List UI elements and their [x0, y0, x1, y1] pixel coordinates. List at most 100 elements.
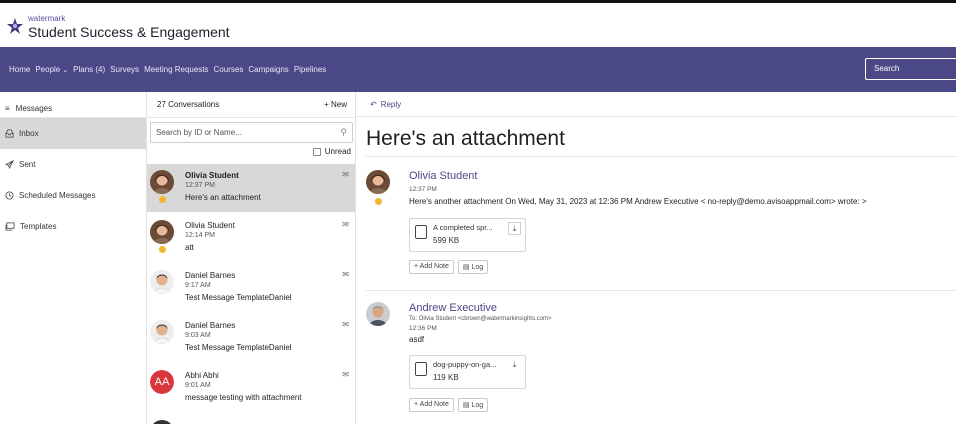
sidebar-item-scheduled-messages[interactable]: Scheduled Messages [0, 180, 146, 211]
avatar [366, 170, 390, 194]
app-title[interactable]: Student Success & Engagement [28, 24, 230, 40]
conversation-name: Daniel Barnes [185, 271, 236, 280]
avatar: AA [150, 370, 174, 394]
list-item[interactable]: Olivia Student 12:14 PM att ✉ [147, 214, 355, 262]
file-icon [415, 225, 427, 239]
conversation-search-input[interactable]: Search by ID or Name... ⚲ [150, 122, 353, 143]
messages-menu-toggle[interactable]: ≡ Messages [0, 92, 146, 118]
nav-plans-label: Plans (4) [73, 65, 106, 74]
message-sender[interactable]: Olivia Student [409, 170, 477, 182]
reply-button[interactable]: ↶ Reply [370, 100, 401, 109]
nav-courses[interactable]: Courses [214, 65, 244, 74]
conversation-name: Olivia Student [185, 221, 235, 230]
message-sender[interactable]: Andrew Executive [409, 302, 497, 314]
conversation-time: 9:01 AM [185, 382, 211, 389]
list-item[interactable]: Olivia Student 12:37 PM Here's an attach… [147, 164, 355, 212]
log-label: Log [471, 402, 484, 409]
sidebar-item-label: Templates [20, 222, 57, 231]
nav-people[interactable]: People ⌄ [35, 65, 68, 74]
file-icon [415, 362, 427, 376]
avatar [150, 220, 174, 244]
messages-sidebar: ≡ Messages Inbox Sent Scheduled Messages… [0, 92, 147, 424]
calendar-icon: ▤ [462, 264, 470, 271]
conversation-time: 9:17 AM [185, 282, 211, 289]
envelope-icon: ✉ [342, 270, 349, 279]
brand-name: watermark [28, 14, 66, 23]
reply-label: Reply [380, 100, 402, 109]
template-icon [5, 222, 15, 231]
checkbox-icon [312, 147, 321, 156]
list-item[interactable]: Daniel Barnes 9:03 AM Test Message Templ… [147, 314, 355, 362]
envelope-icon: ✉ [342, 220, 349, 229]
attachment-card[interactable]: A completed spr... 599 KB ⤓ [409, 218, 526, 252]
message: Andrew Executive To: Olivia Student <cbr… [366, 302, 956, 422]
message-subject: Here's an attachment [366, 127, 565, 150]
unread-label: Unread [324, 147, 351, 156]
nav-campaigns-label: Campaigns [248, 65, 289, 74]
avatar [150, 320, 174, 344]
nav-meeting-requests[interactable]: Meeting Requests [144, 65, 208, 74]
status-dot [159, 196, 166, 203]
nav-pipelines[interactable]: Pipelines [294, 65, 326, 74]
conversation-name: Olivia Student [185, 171, 239, 180]
avatar [150, 270, 174, 294]
sidebar-item-templates[interactable]: Templates [0, 211, 146, 242]
attachment-size: 599 KB [433, 236, 460, 245]
search-icon[interactable]: ⚲ [340, 127, 347, 138]
log-button[interactable]: ▤ Log [457, 260, 489, 274]
list-item[interactable] [147, 414, 355, 424]
conversation-preview: Test Message TemplateDaniel [185, 343, 292, 352]
nav-home[interactable]: Home [9, 65, 30, 74]
attachment-name: A completed spr... [433, 223, 493, 232]
nav-home-label: Home [9, 65, 31, 74]
message-body: asdf [409, 335, 425, 344]
list-item[interactable]: AA Abhi Abhi 9:01 AM message testing wit… [147, 364, 355, 412]
list-item[interactable]: Daniel Barnes 9:17 AM Test Message Templ… [147, 264, 355, 312]
message-body: Here's another attachment On Wed, May 31… [409, 197, 867, 206]
inbox-icon [5, 129, 14, 138]
conversation-list: 27 Conversations + New Search by ID or N… [147, 92, 356, 424]
conversation-preview: att [185, 243, 194, 252]
search-placeholder: Search by ID or Name... [156, 128, 242, 137]
sidebar-item-label: Inbox [19, 129, 39, 138]
log-button[interactable]: ▤ Log [457, 398, 489, 412]
avatar-initials: AA [150, 370, 174, 394]
nav-surveys-label: Surveys [110, 65, 140, 74]
attachment-size: 119 KB [433, 373, 459, 382]
download-icon[interactable]: ⤓ [508, 222, 521, 235]
nav-campaigns[interactable]: Campaigns [248, 65, 288, 74]
download-icon[interactable]: ⤓ [508, 359, 521, 372]
attachment-name: dog-puppy-on-ga... [433, 360, 497, 369]
send-icon [5, 160, 14, 169]
attachment-card[interactable]: dog-puppy-on-ga... 119 KB ⤓ [409, 355, 526, 389]
status-dot [159, 246, 166, 253]
message: Olivia Student 12:37 PM Here's another a… [366, 170, 956, 280]
divider [366, 156, 956, 157]
sidebar-item-label: Scheduled Messages [19, 191, 96, 200]
envelope-icon: ✉ [342, 370, 349, 379]
conversation-time: 9:03 AM [185, 332, 211, 339]
hamburger-menu-icon: ≡ [5, 104, 10, 113]
unread-filter-checkbox[interactable]: Unread [312, 147, 351, 156]
log-label: Log [471, 264, 484, 271]
sidebar-item-sent[interactable]: Sent [0, 149, 146, 180]
nav-people-label: People [35, 65, 61, 74]
conversation-name: Abhi Abhi [185, 371, 219, 380]
sidebar-item-inbox[interactable]: Inbox [0, 118, 146, 149]
envelope-icon: ✉ [342, 170, 349, 179]
new-conversation-button[interactable]: + New [324, 100, 347, 117]
add-note-button[interactable]: + Add Note [409, 398, 454, 412]
nav-plans[interactable]: Plans (4) [73, 65, 105, 74]
nav-pipelines-label: Pipelines [293, 65, 327, 74]
envelope-icon: ✉ [342, 320, 349, 329]
calendar-icon: ▤ [462, 402, 470, 409]
message-recipient: To: Olivia Student <cbrown@watermarkinsi… [409, 316, 552, 322]
nav-surveys[interactable]: Surveys [110, 65, 139, 74]
conversation-preview: Test Message TemplateDaniel [185, 293, 292, 302]
conversation-preview: message testing with attachment [185, 393, 302, 402]
avatar [366, 302, 390, 326]
conversation-time: 12:14 PM [185, 232, 215, 239]
message-time: 12:36 PM [409, 325, 437, 332]
add-note-button[interactable]: + Add Note [409, 260, 454, 274]
global-search-input[interactable]: Search [865, 58, 956, 80]
